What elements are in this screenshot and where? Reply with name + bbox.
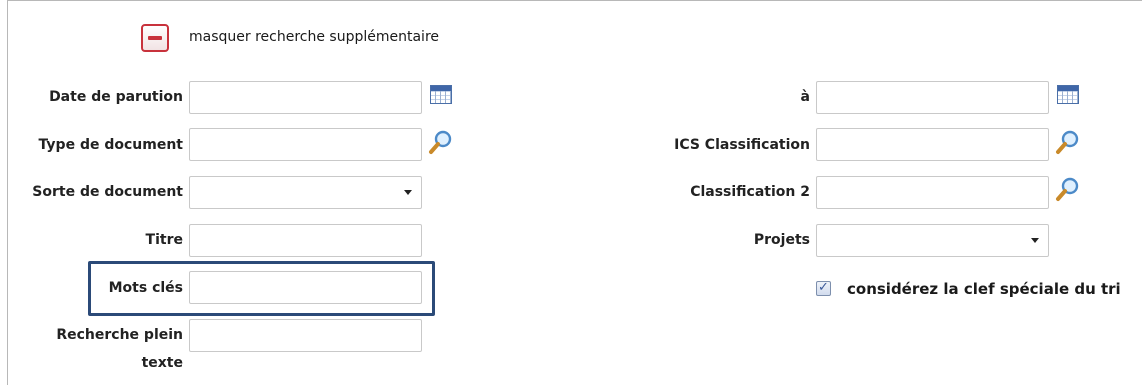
projects-label: Projets xyxy=(753,232,810,248)
special-key-label[interactable]: considérez la clef spéciale du tri xyxy=(847,280,1121,298)
title-label: Titre xyxy=(145,232,183,248)
magnifier-icon[interactable] xyxy=(1055,129,1081,155)
doc-type-label: Type de document xyxy=(38,137,183,153)
date-label: Date de parution xyxy=(49,89,183,105)
calendar-icon[interactable] xyxy=(430,85,452,104)
magnifier-icon[interactable] xyxy=(1055,176,1081,202)
ics-input[interactable] xyxy=(816,128,1049,161)
class2-label: Classification 2 xyxy=(690,184,810,200)
collapse-minus-icon[interactable] xyxy=(141,24,169,52)
class2-input[interactable] xyxy=(816,176,1049,209)
title-input[interactable] xyxy=(189,224,422,257)
fulltext-label-line1: Recherche plein xyxy=(56,327,183,343)
fulltext-label-line2: texte xyxy=(141,355,183,371)
calendar-icon[interactable] xyxy=(1057,85,1079,104)
projects-select[interactable] xyxy=(816,224,1049,257)
date-input[interactable] xyxy=(189,81,422,114)
toggle-advanced-search-link[interactable]: masquer recherche supplémentaire xyxy=(189,29,439,45)
doc-type-input[interactable] xyxy=(189,128,422,161)
keywords-label: Mots clés xyxy=(108,280,183,296)
date-to-label: à xyxy=(800,89,810,105)
magnifier-icon[interactable] xyxy=(428,129,454,155)
date-to-input[interactable] xyxy=(816,81,1049,114)
chevron-down-icon xyxy=(404,190,412,195)
fulltext-input[interactable] xyxy=(189,319,422,352)
ics-label: ICS Classification xyxy=(674,137,810,153)
doc-sort-select[interactable] xyxy=(189,176,422,209)
chevron-down-icon xyxy=(1031,238,1039,243)
doc-sort-label: Sorte de document xyxy=(32,184,183,200)
keywords-input[interactable] xyxy=(189,271,422,304)
special-key-checkbox[interactable]: ✓ xyxy=(816,280,831,296)
checkmark-icon: ✓ xyxy=(818,280,829,295)
